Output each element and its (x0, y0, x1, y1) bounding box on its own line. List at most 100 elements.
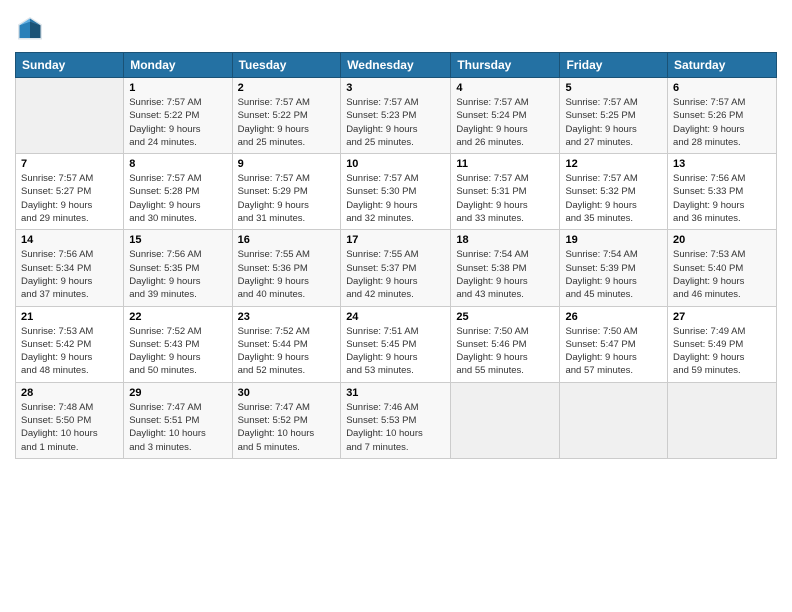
day-number: 2 (238, 82, 336, 94)
calendar-cell: 28Sunrise: 7:48 AM Sunset: 5:50 PM Dayli… (16, 382, 124, 458)
day-info: Sunrise: 7:49 AM Sunset: 5:49 PM Dayligh… (673, 325, 771, 378)
calendar-cell: 5Sunrise: 7:57 AM Sunset: 5:25 PM Daylig… (560, 78, 668, 154)
day-number: 11 (456, 158, 554, 170)
day-number: 10 (346, 158, 445, 170)
day-info: Sunrise: 7:55 AM Sunset: 5:36 PM Dayligh… (238, 248, 336, 301)
day-number: 15 (129, 234, 226, 246)
day-number: 26 (565, 311, 662, 323)
day-info: Sunrise: 7:52 AM Sunset: 5:44 PM Dayligh… (238, 325, 336, 378)
day-number: 20 (673, 234, 771, 246)
week-row-1: 1 Sunrise: 7:57 AM Sunset: 5:22 PM Daylig… (16, 78, 777, 154)
day-number: 29 (129, 387, 226, 399)
calendar-cell: 19 Sunrise: 7:54 AM Sunset: 5:39 PM Dayli… (560, 230, 668, 306)
day-info: Sunrise: 7:57 AM Sunset: 5:22 PM Dayligh… (129, 96, 226, 149)
day-number: 1 (129, 82, 226, 94)
page-container: SundayMondayTuesdayWednesdayThursdayFrid… (0, 0, 792, 469)
day-number: 30 (238, 387, 336, 399)
weekday-header-thursday: Thursday (451, 53, 560, 78)
day-info: Sunrise: 7:56 AM Sunset: 5:34 PM Dayligh… (21, 248, 118, 301)
weekday-header-friday: Friday (560, 53, 668, 78)
calendar-cell: 11 Sunrise: 7:57 AM Sunset: 5:31 PM Dayli… (451, 154, 560, 230)
day-info: Sunrise: 7:54 AM Sunset: 5:38 PM Dayligh… (456, 248, 554, 301)
calendar-cell (668, 382, 777, 458)
calendar-cell: 21 Sunrise: 7:53 AM Sunset: 5:42 PM Dayli… (16, 306, 124, 382)
calendar-cell: 29 Sunrise: 7:47 AM Sunset: 5:51 PM Dayli… (124, 382, 232, 458)
day-number: 3 (346, 82, 445, 94)
day-number: 17 (346, 234, 445, 246)
day-number: 6 (673, 82, 771, 94)
day-info: Sunrise: 7:53 AM Sunset: 5:40 PM Dayligh… (673, 248, 771, 301)
day-number: 18 (456, 234, 554, 246)
day-number: 22 (129, 311, 226, 323)
weekday-header-row: SundayMondayTuesdayWednesdayThursdayFrid… (16, 53, 777, 78)
day-number: 21 (21, 311, 118, 323)
day-info: Sunrise: 7:56 AM Sunset: 5:33 PM Dayligh… (673, 172, 771, 225)
calendar-cell: 8 Sunrise: 7:57 AM Sunset: 5:28 PM Daylig… (124, 154, 232, 230)
calendar-cell: 16 Sunrise: 7:55 AM Sunset: 5:36 PM Dayli… (232, 230, 341, 306)
day-info: Sunrise: 7:57 AM Sunset: 5:22 PM Dayligh… (238, 96, 336, 149)
weekday-header-tuesday: Tuesday (232, 53, 341, 78)
day-number: 4 (456, 82, 554, 94)
calendar-cell: 4Sunrise: 7:57 AM Sunset: 5:24 PM Daylig… (451, 78, 560, 154)
calendar-cell: 27 Sunrise: 7:49 AM Sunset: 5:49 PM Dayli… (668, 306, 777, 382)
calendar-cell: 9Sunrise: 7:57 AM Sunset: 5:29 PM Daylig… (232, 154, 341, 230)
day-number: 8 (129, 158, 226, 170)
day-number: 19 (565, 234, 662, 246)
calendar-table: SundayMondayTuesdayWednesdayThursdayFrid… (15, 52, 777, 459)
calendar-cell (560, 382, 668, 458)
day-info: Sunrise: 7:50 AM Sunset: 5:46 PM Dayligh… (456, 325, 554, 378)
day-info: Sunrise: 7:53 AM Sunset: 5:42 PM Dayligh… (21, 325, 118, 378)
day-number: 25 (456, 311, 554, 323)
calendar-cell: 24 Sunrise: 7:51 AM Sunset: 5:45 PM Dayli… (341, 306, 451, 382)
calendar-cell: 12Sunrise: 7:57 AM Sunset: 5:32 PM Dayli… (560, 154, 668, 230)
week-row-4: 21 Sunrise: 7:53 AM Sunset: 5:42 PM Dayli… (16, 306, 777, 382)
calendar-cell: 10 Sunrise: 7:57 AM Sunset: 5:30 PM Dayli… (341, 154, 451, 230)
day-number: 5 (565, 82, 662, 94)
day-number: 16 (238, 234, 336, 246)
calendar-cell: 26 Sunrise: 7:50 AM Sunset: 5:47 PM Dayli… (560, 306, 668, 382)
day-number: 14 (21, 234, 118, 246)
day-info: Sunrise: 7:56 AM Sunset: 5:35 PM Dayligh… (129, 248, 226, 301)
day-info: Sunrise: 7:55 AM Sunset: 5:37 PM Dayligh… (346, 248, 445, 301)
day-number: 23 (238, 311, 336, 323)
day-number: 27 (673, 311, 771, 323)
day-number: 9 (238, 158, 336, 170)
calendar-cell: 18 Sunrise: 7:54 AM Sunset: 5:38 PM Dayli… (451, 230, 560, 306)
day-info: Sunrise: 7:51 AM Sunset: 5:45 PM Dayligh… (346, 325, 445, 378)
calendar-cell: 3 Sunrise: 7:57 AM Sunset: 5:23 PM Daylig… (341, 78, 451, 154)
week-row-2: 7 Sunrise: 7:57 AM Sunset: 5:27 PM Daylig… (16, 154, 777, 230)
day-number: 24 (346, 311, 445, 323)
calendar-cell (16, 78, 124, 154)
weekday-header-monday: Monday (124, 53, 232, 78)
calendar-cell: 23 Sunrise: 7:52 AM Sunset: 5:44 PM Dayli… (232, 306, 341, 382)
logo-icon (15, 14, 45, 44)
day-info: Sunrise: 7:47 AM Sunset: 5:51 PM Dayligh… (129, 401, 226, 454)
day-info: Sunrise: 7:57 AM Sunset: 5:31 PM Dayligh… (456, 172, 554, 225)
day-number: 13 (673, 158, 771, 170)
day-info: Sunrise: 7:47 AM Sunset: 5:52 PM Dayligh… (238, 401, 336, 454)
weekday-header-wednesday: Wednesday (341, 53, 451, 78)
day-info: Sunrise: 7:57 AM Sunset: 5:23 PM Dayligh… (346, 96, 445, 149)
calendar-cell: 31Sunrise: 7:46 AM Sunset: 5:53 PM Dayli… (341, 382, 451, 458)
logo (15, 14, 49, 44)
day-info: Sunrise: 7:50 AM Sunset: 5:47 PM Dayligh… (565, 325, 662, 378)
weekday-header-sunday: Sunday (16, 53, 124, 78)
calendar-cell: 20 Sunrise: 7:53 AM Sunset: 5:40 PM Dayli… (668, 230, 777, 306)
calendar-cell: 14 Sunrise: 7:56 AM Sunset: 5:34 PM Dayli… (16, 230, 124, 306)
day-info: Sunrise: 7:48 AM Sunset: 5:50 PM Dayligh… (21, 401, 118, 454)
day-info: Sunrise: 7:57 AM Sunset: 5:30 PM Dayligh… (346, 172, 445, 225)
calendar-cell (451, 382, 560, 458)
calendar-cell: 15 Sunrise: 7:56 AM Sunset: 5:35 PM Dayli… (124, 230, 232, 306)
calendar-cell: 6Sunrise: 7:57 AM Sunset: 5:26 PM Daylig… (668, 78, 777, 154)
day-info: Sunrise: 7:57 AM Sunset: 5:27 PM Dayligh… (21, 172, 118, 225)
day-number: 7 (21, 158, 118, 170)
calendar-cell: 2 Sunrise: 7:57 AM Sunset: 5:22 PM Daylig… (232, 78, 341, 154)
day-info: Sunrise: 7:57 AM Sunset: 5:28 PM Dayligh… (129, 172, 226, 225)
day-info: Sunrise: 7:52 AM Sunset: 5:43 PM Dayligh… (129, 325, 226, 378)
calendar-cell: 7 Sunrise: 7:57 AM Sunset: 5:27 PM Daylig… (16, 154, 124, 230)
calendar-cell: 17 Sunrise: 7:55 AM Sunset: 5:37 PM Dayli… (341, 230, 451, 306)
calendar-cell: 22 Sunrise: 7:52 AM Sunset: 5:43 PM Dayli… (124, 306, 232, 382)
day-number: 12 (565, 158, 662, 170)
day-number: 31 (346, 387, 445, 399)
day-info: Sunrise: 7:54 AM Sunset: 5:39 PM Dayligh… (565, 248, 662, 301)
